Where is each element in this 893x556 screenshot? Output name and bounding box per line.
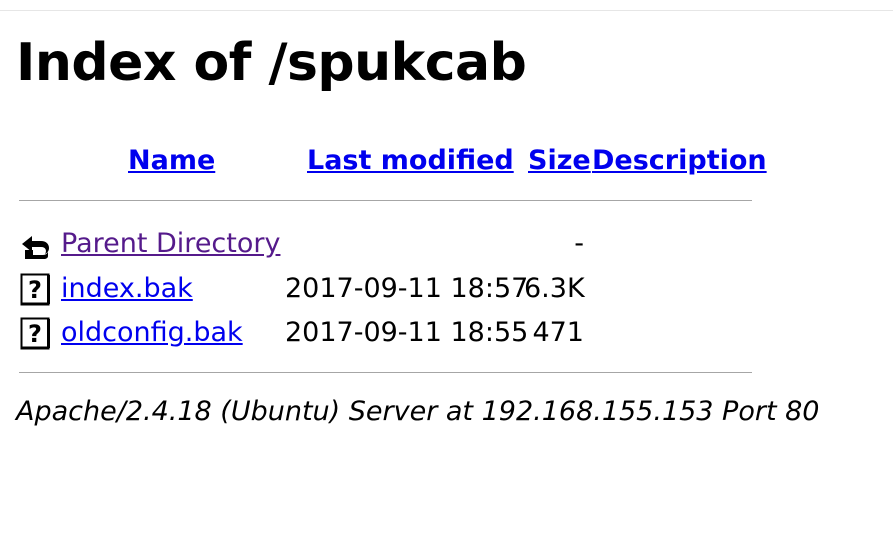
viewport-top-border [0, 10, 893, 11]
svg-text:?: ? [28, 320, 42, 348]
table-top-rule [19, 200, 752, 201]
parent-directory-link[interactable]: Parent Directory [61, 224, 280, 264]
file-last-modified: 2017-09-11 18:55 [285, 317, 529, 348]
server-signature: Apache/2.4.18 (Ubuntu) Server at 192.168… [16, 396, 820, 427]
file-size: 6.3K [524, 273, 585, 304]
file-size: - [574, 228, 584, 259]
directory-listing-page: Index of /spukcab Name Last modified Siz… [0, 0, 893, 556]
sort-by-name-link[interactable]: Name [128, 143, 215, 179]
svg-text:?: ? [28, 276, 42, 304]
file-size: 471 [532, 317, 584, 348]
unknown-file-icon: ? [19, 317, 52, 350]
sort-by-size-link[interactable]: Size [528, 143, 591, 179]
sort-by-description-link[interactable]: Description [592, 143, 767, 179]
sort-by-last-modified-link[interactable]: Last modified [307, 143, 514, 179]
table-bottom-rule [19, 372, 752, 373]
file-link-index-bak[interactable]: index.bak [61, 269, 193, 309]
back-arrow-icon [19, 228, 52, 261]
file-last-modified: 2017-09-11 18:57 [285, 273, 529, 304]
file-link-oldconfig-bak[interactable]: oldconfig.bak [61, 313, 243, 353]
unknown-file-icon: ? [19, 273, 52, 306]
page-title: Index of /spukcab [16, 33, 527, 93]
